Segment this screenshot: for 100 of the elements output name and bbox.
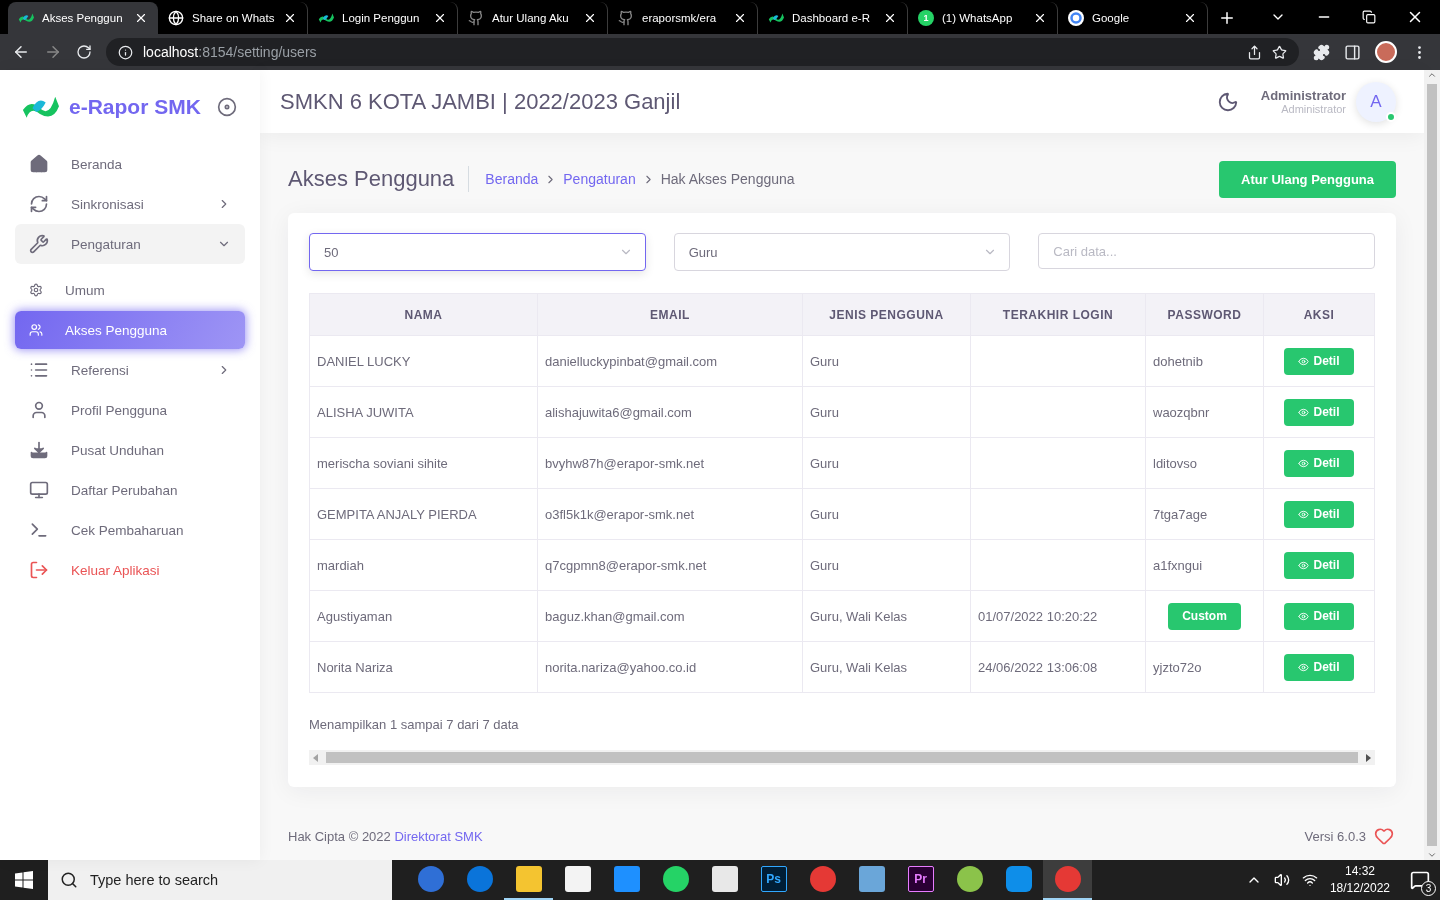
tab-title: Login Penggun [342,12,421,24]
close-icon[interactable] [134,11,148,25]
horizontal-scrollbar[interactable] [309,750,1375,765]
table-cell: baguz.khan@gmail.com [537,590,803,642]
taskbar-app[interactable] [1043,860,1092,900]
sidebar-subitem[interactable]: Akses Pengguna [15,311,245,349]
heart-icon [1374,826,1394,846]
browser-tab[interactable]: Akses Penggun [8,2,158,34]
table-cell: o3fl5k1k@erapor-smk.net [537,488,803,540]
tab-title: Dashboard e-R [792,12,871,24]
table-cell: 24/06/2022 13:06:08 [970,641,1146,693]
sidebar-item[interactable]: Beranda [15,144,245,184]
dark-mode-icon[interactable] [1216,90,1239,113]
windows-logo-icon[interactable] [15,871,33,889]
github-icon [468,10,484,26]
eye-icon [1298,661,1310,673]
breadcrumb-link[interactable]: Pengaturan [563,171,636,187]
sidebar-item[interactable]: Pengaturan [15,224,245,264]
sidebar-item-icon [29,520,49,540]
vertical-scrollbar[interactable] [1424,70,1440,860]
extensions-icon[interactable] [1313,43,1330,61]
back-icon[interactable] [12,43,30,61]
close-icon[interactable] [1183,11,1197,25]
app-icon [858,866,885,892]
close-icon[interactable] [283,11,297,25]
eye-icon [1298,457,1310,469]
scroll-down-icon[interactable] [1427,850,1437,860]
table-cell: Guru [802,488,971,540]
google-icon [1068,10,1084,26]
copyright-text: Hak Cipta © 2022 Direktorat SMK [288,828,483,844]
footer-link[interactable]: Direktorat SMK [394,828,483,844]
sidebar-subitem[interactable]: Umum [15,271,245,309]
eye-icon [1298,355,1310,367]
app-icon [466,866,493,892]
forward-icon[interactable] [44,43,62,61]
sidebar-item[interactable]: Keluar Aplikasi [15,550,245,590]
app-logo-icon [768,12,784,24]
sidebar-item-icon [29,154,49,174]
side-panel-icon[interactable] [1344,43,1361,61]
table-cell: Guru [802,386,971,438]
column-header: AKSI [1263,293,1375,336]
breadcrumb-link[interactable]: Beranda [485,171,539,187]
table-cell: norita.nariza@yahoo.co.id [537,641,803,693]
app-icon [564,866,591,892]
app-icon [956,866,983,892]
sidebar-item[interactable]: Pusat Unduhan [15,430,245,470]
sidebar-item[interactable]: Cek Pembaharuan [15,510,245,550]
column-header: EMAIL [537,293,803,336]
network-icon[interactable] [1301,872,1318,888]
profile-avatar[interactable] [1375,41,1397,63]
new-tab-icon[interactable] [1218,9,1236,27]
table-cell: Agustiyaman [309,590,538,642]
bookmark-icon[interactable] [1272,44,1287,60]
close-icon[interactable] [883,11,897,25]
table-cell: Guru [802,539,971,591]
app-icon [662,866,689,892]
tab-title: eraporsmk/era [642,12,718,24]
volume-icon[interactable] [1273,872,1290,888]
address-bar[interactable]: localhost:8154/setting/users [106,38,1299,66]
tab-title: Atur Ulang Aku [492,12,570,24]
app-icon [417,866,444,892]
taskbar-app[interactable]: Ps [749,860,798,900]
sidebar-item[interactable]: Referensi [15,350,245,390]
reload-icon[interactable] [76,44,92,60]
close-icon[interactable] [583,11,597,25]
restore-icon[interactable] [1362,10,1376,24]
search-field[interactable]: Cari data... [1038,233,1375,269]
share-icon[interactable] [1247,44,1262,60]
page-title: Akses Pengguna [288,166,470,192]
taskbar-app[interactable]: Pr [896,860,945,900]
table-cell: a1fxngui [1145,539,1264,591]
tab-title: Google [1092,12,1131,24]
close-icon[interactable] [1033,11,1047,25]
taskbar-clock[interactable]: 14:32 18/12/2022 [1329,863,1390,897]
close-icon[interactable] [433,11,447,25]
close-icon[interactable] [733,11,747,25]
role-select[interactable]: Guru [673,233,1011,271]
sidebar-item[interactable]: Sinkronisasi [15,184,245,224]
table-cell: Guru, Wali Kelas [802,590,971,642]
sidebar-item[interactable]: Profil Pengguna [15,390,245,430]
breadcrumb-current: Hak Akses Pengguna [660,171,795,187]
sidebar-item[interactable]: Daftar Perubahan [15,470,245,510]
per-page-select[interactable]: 50 [309,233,646,271]
table-cell: bvyhw87h@erapor-smk.net [537,437,803,489]
table-cell: Norita Nariza [309,641,538,693]
table-cell: ALISHA JUWITA [309,386,538,438]
table-cell: 01/07/2022 10:20:22 [970,590,1146,642]
scroll-up-icon[interactable] [1427,70,1437,80]
table-cell: mardiah [309,539,538,591]
collapse-toggle-icon[interactable] [216,97,237,117]
github-icon [618,10,634,26]
tab-title: Share on Whats [192,12,275,24]
info-icon [118,44,133,60]
user-avatar[interactable]: A [1356,81,1396,122]
scroll-right-icon[interactable] [1366,753,1371,762]
app-icon [809,866,836,892]
sidebar-item-icon [29,400,49,420]
table-cell: GEMPITA ANJALY PIERDA [309,488,538,540]
taskbar-search-field[interactable]: Type here to search [48,860,392,900]
eye-icon [1298,610,1310,622]
